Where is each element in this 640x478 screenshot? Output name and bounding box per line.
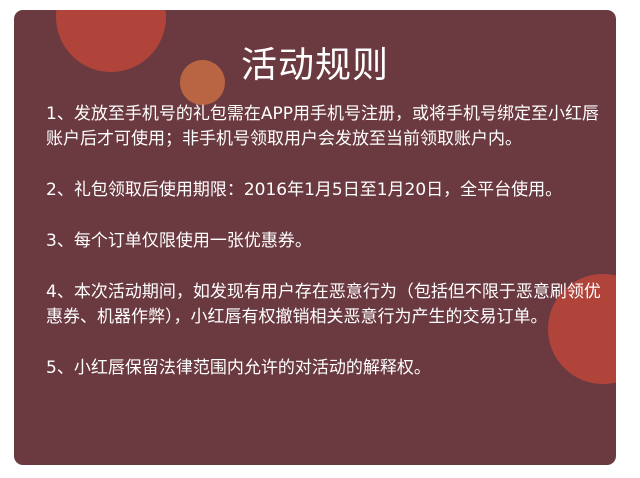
rule-item-2: 2、礼包领取后使用期限：2016年1月5日至1月20日，全平台使用。 (46, 180, 563, 200)
rules-panel: 活动规则 1、发放至手机号的礼包需在APP用手机号注册，或将手机号绑定至小红唇账… (14, 10, 616, 465)
rules-list: 1、发放至手机号的礼包需在APP用手机号注册，或将手机号绑定至小红唇账户后才可使… (46, 102, 602, 407)
rule-item-1: 1、发放至手机号的礼包需在APP用手机号注册，或将手机号绑定至小红唇账户后才可使… (46, 104, 599, 149)
rule-item-5: 5、小红唇保留法律范围内允许的对活动的解释权。 (46, 358, 431, 378)
rule-item-4: 4、本次活动期间，如发现有用户存在恶意行为（包括但不限于恶意刷领优惠券、机器作弊… (46, 282, 601, 327)
rule-item-3: 3、每个订单仅限使用一张优惠券。 (46, 231, 312, 251)
rules-title: 活动规则 (240, 45, 389, 86)
